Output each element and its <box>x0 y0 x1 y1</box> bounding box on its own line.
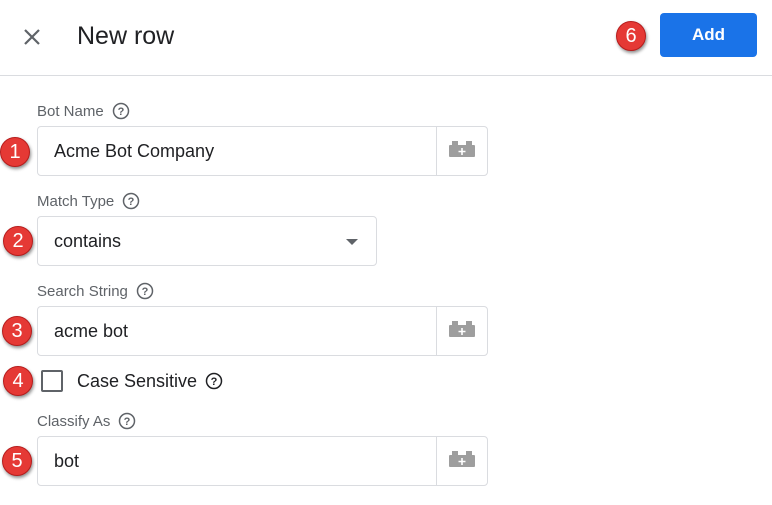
bot-name-field <box>37 126 488 176</box>
bot-name-label: Bot Name ? <box>37 102 130 120</box>
bot-name-input[interactable] <box>38 127 437 175</box>
match-type-label: Match Type ? <box>37 192 140 210</box>
svg-text:?: ? <box>124 416 131 428</box>
step-badge: 4 <box>3 366 33 396</box>
page-title: New row <box>77 22 175 50</box>
search-string-label-text: Search String <box>37 282 128 300</box>
dropdown-arrow-icon <box>346 239 358 245</box>
svg-text:?: ? <box>211 376 218 388</box>
classify-as-label: Classify As ? <box>37 412 136 430</box>
search-string-field <box>37 306 488 356</box>
variable-brick-icon <box>447 320 477 343</box>
search-string-input[interactable] <box>38 307 437 355</box>
step-badge: 3 <box>2 316 32 346</box>
search-string-label: Search String ? <box>37 282 154 300</box>
case-sensitive-row: Case Sensitive ? <box>41 370 223 392</box>
variable-brick-icon <box>447 450 477 473</box>
step-badge: 5 <box>2 446 32 476</box>
close-icon[interactable] <box>20 25 44 49</box>
svg-text:?: ? <box>128 196 135 208</box>
classify-as-input[interactable] <box>38 437 437 485</box>
help-icon[interactable]: ? <box>122 192 140 210</box>
classify-as-label-text: Classify As <box>37 412 111 430</box>
help-icon[interactable]: ? <box>118 412 136 430</box>
match-type-label-text: Match Type <box>37 192 115 210</box>
variable-picker-button[interactable] <box>436 307 487 355</box>
case-sensitive-label: Case Sensitive <box>77 370 198 391</box>
svg-text:?: ? <box>142 286 149 298</box>
help-icon[interactable]: ? <box>112 102 130 120</box>
svg-text:?: ? <box>117 106 124 118</box>
step-badge: 2 <box>3 226 33 256</box>
help-icon[interactable]: ? <box>136 282 154 300</box>
match-type-value: contains <box>54 231 122 251</box>
case-sensitive-checkbox[interactable] <box>41 370 63 392</box>
variable-picker-button[interactable] <box>436 437 487 485</box>
help-icon[interactable]: ? <box>205 372 223 390</box>
step-badge: 1 <box>0 137 30 167</box>
variable-picker-button[interactable] <box>436 127 487 175</box>
classify-as-field <box>37 436 488 486</box>
variable-brick-icon <box>447 140 477 163</box>
step-badge: 6 <box>616 21 646 51</box>
add-button[interactable]: Add <box>660 13 757 57</box>
dialog-header: New row Add <box>0 0 772 76</box>
bot-name-label-text: Bot Name <box>37 102 104 120</box>
match-type-select[interactable]: contains <box>37 216 377 266</box>
